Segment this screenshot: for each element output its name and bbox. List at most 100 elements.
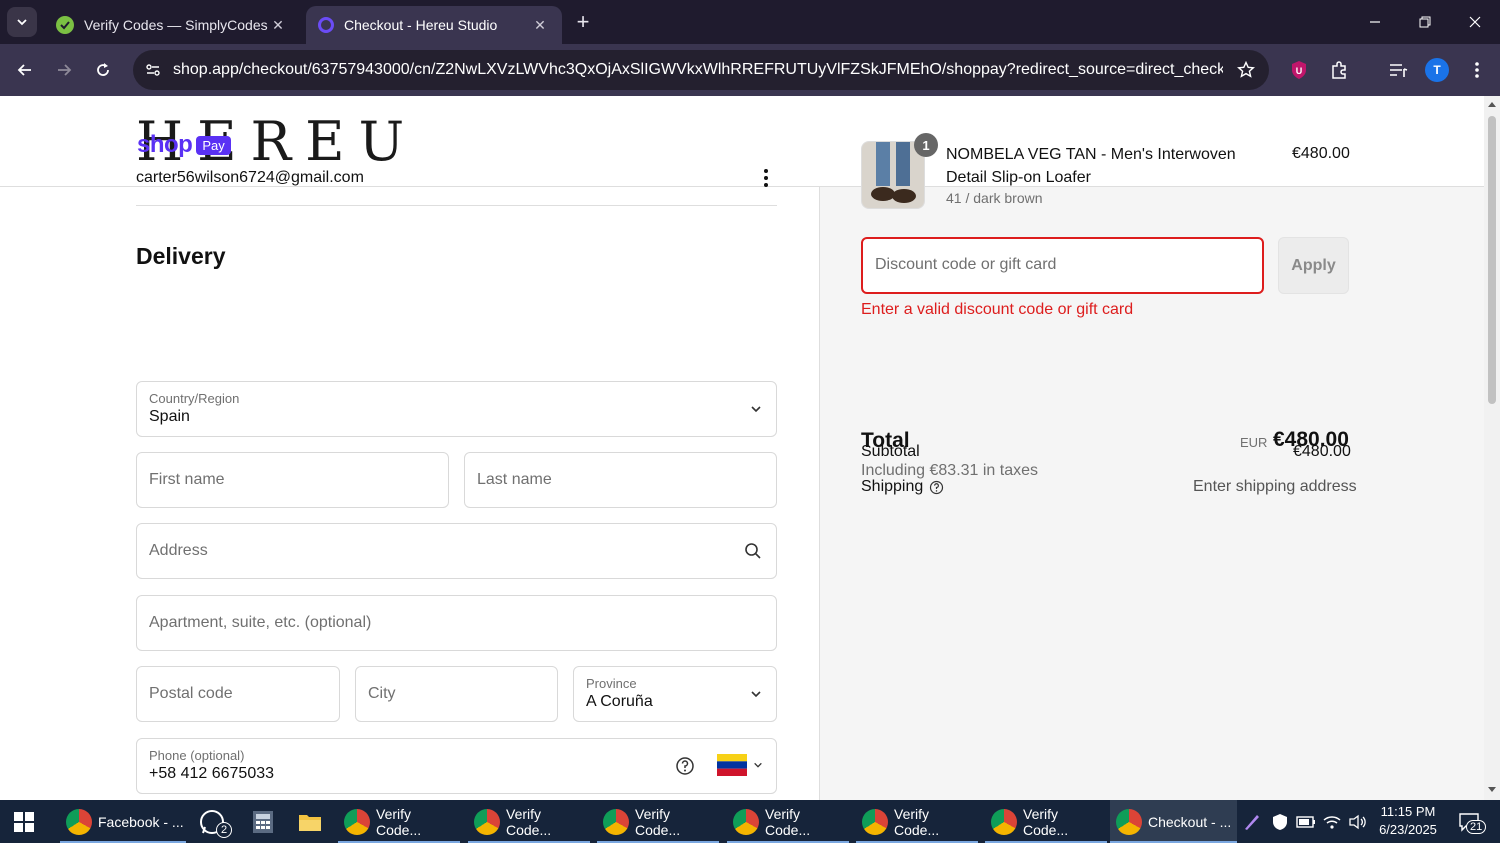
taskbar-label: Verify Code... [1023,805,1069,838]
scroll-up-icon[interactable] [1487,100,1497,108]
search-icon [745,543,761,559]
country-select[interactable]: Country/Region Spain [136,381,777,437]
taskbar-file-explorer[interactable] [292,800,324,843]
taskbar-label: Verify Code... [894,805,940,838]
url-text: shop.app/checkout/63757943000/cn/Z2NwLXV… [173,61,1223,78]
scroll-down-icon[interactable] [1487,786,1497,794]
calculator-icon [253,810,273,833]
wifi-icon[interactable] [1320,800,1344,843]
close-window-button[interactable] [1450,0,1500,44]
chrome-icon [344,808,370,835]
taskbar-checkout[interactable]: Checkout - ... [1110,800,1237,843]
browser-toolbar: shop.app/checkout/63757943000/cn/Z2NwLXV… [0,44,1500,96]
forward-arrow-icon [58,64,72,76]
media-queue-icon[interactable] [1385,57,1411,83]
last-name-field[interactable]: Last name [464,452,777,508]
city-field[interactable]: City [355,666,558,722]
taskbar-label: Facebook - ... [98,813,184,830]
svg-text:U: U [1296,66,1303,76]
taskbar-verify-codes-4[interactable]: Verify Code... [727,800,849,843]
battery-icon[interactable] [1294,800,1318,843]
new-tab-button[interactable]: + [570,10,596,36]
menu-kebab-icon[interactable] [1464,57,1490,83]
start-button[interactable] [8,800,48,843]
chrome-icon [862,808,888,835]
address-bar[interactable]: shop.app/checkout/63757943000/cn/Z2NwLXV… [133,50,1269,90]
account-menu-icon[interactable] [756,166,776,190]
postal-code-field[interactable]: Postal code [136,666,340,722]
delivery-heading: Delivery [136,243,226,269]
phone-field[interactable]: Phone (optional) +58 412 6675033 [136,738,777,794]
scrollbar-thumb[interactable] [1488,116,1496,404]
shipping-row: Shipping [861,478,944,496]
reload-button[interactable] [90,57,116,83]
page-scrollbar[interactable] [1484,96,1500,800]
apartment-field[interactable]: Apartment, suite, etc. (optional) [136,595,777,651]
forward-button[interactable] [51,57,77,83]
phone-label: Phone (optional) [149,748,245,763]
total-label: Total [861,429,910,452]
chrome-icon [603,808,629,835]
chevron-down-icon [751,406,761,413]
taskbar-calculator[interactable] [246,800,276,843]
back-arrow-icon [17,64,31,76]
help-circle-icon[interactable] [929,480,944,495]
simplycodes-favicon-icon [56,16,74,34]
extensions-puzzle-icon[interactable] [1326,57,1352,83]
minimize-button[interactable] [1350,0,1400,44]
taskbar-label: Checkout - ... [1148,813,1232,830]
product-name: NOMBELA VEG TAN - Men's Interwoven Detai… [946,146,1236,186]
security-shield-icon[interactable] [1268,800,1292,843]
country-label: Country/Region [149,391,240,406]
taskbar-verify-codes-3[interactable]: Verify Code... [597,800,719,843]
profile-avatar[interactable]: T [1425,58,1449,82]
first-name-placeholder: First name [149,471,225,488]
postal-code-placeholder: Postal code [149,685,233,702]
taskbar-facebook[interactable]: Facebook - ... [60,800,186,843]
discount-code-field[interactable]: Discount code or gift card [861,237,1264,294]
ublock-extension-icon[interactable]: U [1286,57,1312,83]
bookmark-star-icon[interactable] [1237,61,1255,79]
shipping-label: Shipping [861,478,924,495]
notification-count: 21 [1466,820,1487,834]
windows-taskbar: Facebook - ... 2 Verify Code... Verify C… [0,800,1500,843]
tab-search-button[interactable] [7,7,37,37]
shop-pay-logo: shop Pay [137,131,231,159]
first-name-field[interactable]: First name [136,452,449,508]
close-tab-icon[interactable]: ✕ [530,17,550,34]
taskbar-whatsapp[interactable]: 2 [192,800,236,843]
pen-icon[interactable] [1240,800,1264,843]
close-tab-icon[interactable]: ✕ [268,17,288,34]
taskbar-verify-codes-5[interactable]: Verify Code... [856,800,978,843]
site-info-icon[interactable] [145,62,161,78]
pay-badge: Pay [196,135,231,155]
apply-button[interactable]: Apply [1278,237,1349,294]
address-field[interactable]: Address [136,523,777,579]
chrome-icon [1116,808,1142,835]
province-label: Province [586,676,637,691]
city-placeholder: City [368,685,396,702]
country-code-select[interactable] [717,754,767,778]
volume-icon[interactable] [1346,800,1370,843]
restore-button[interactable] [1400,0,1450,44]
system-clock[interactable]: 11:15 PM 6/23/2025 [1368,803,1448,839]
whatsapp-badge: 2 [216,822,232,838]
taskbar-verify-codes-2[interactable]: Verify Code... [468,800,590,843]
chrome-icon [66,808,92,835]
discount-placeholder: Discount code or gift card [875,256,1057,273]
notifications-button[interactable]: 21 [1452,800,1487,843]
taskbar-verify-codes-6[interactable]: Verify Code... [985,800,1107,843]
tax-note: Including €83.31 in taxes [861,462,1039,479]
help-circle-icon[interactable] [675,756,695,776]
product-variant: 41 / dark brown [946,190,1043,206]
back-button[interactable] [12,57,38,83]
phone-value: +58 412 6675033 [149,765,275,782]
tab-checkout[interactable]: Checkout - Hereu Studio ✕ [306,6,562,44]
discount-error-message: Enter a valid discount code or gift card [861,301,1134,318]
taskbar-label: Verify Code... [765,805,811,838]
province-select[interactable]: Province A Coruña [573,666,777,722]
tab-title: Verify Codes — SimplyCodes [84,17,268,33]
taskbar-verify-codes-1[interactable]: Verify Code... [338,800,460,843]
address-placeholder: Address [149,542,208,559]
tab-verify-codes[interactable]: Verify Codes — SimplyCodes ✕ [44,6,300,44]
